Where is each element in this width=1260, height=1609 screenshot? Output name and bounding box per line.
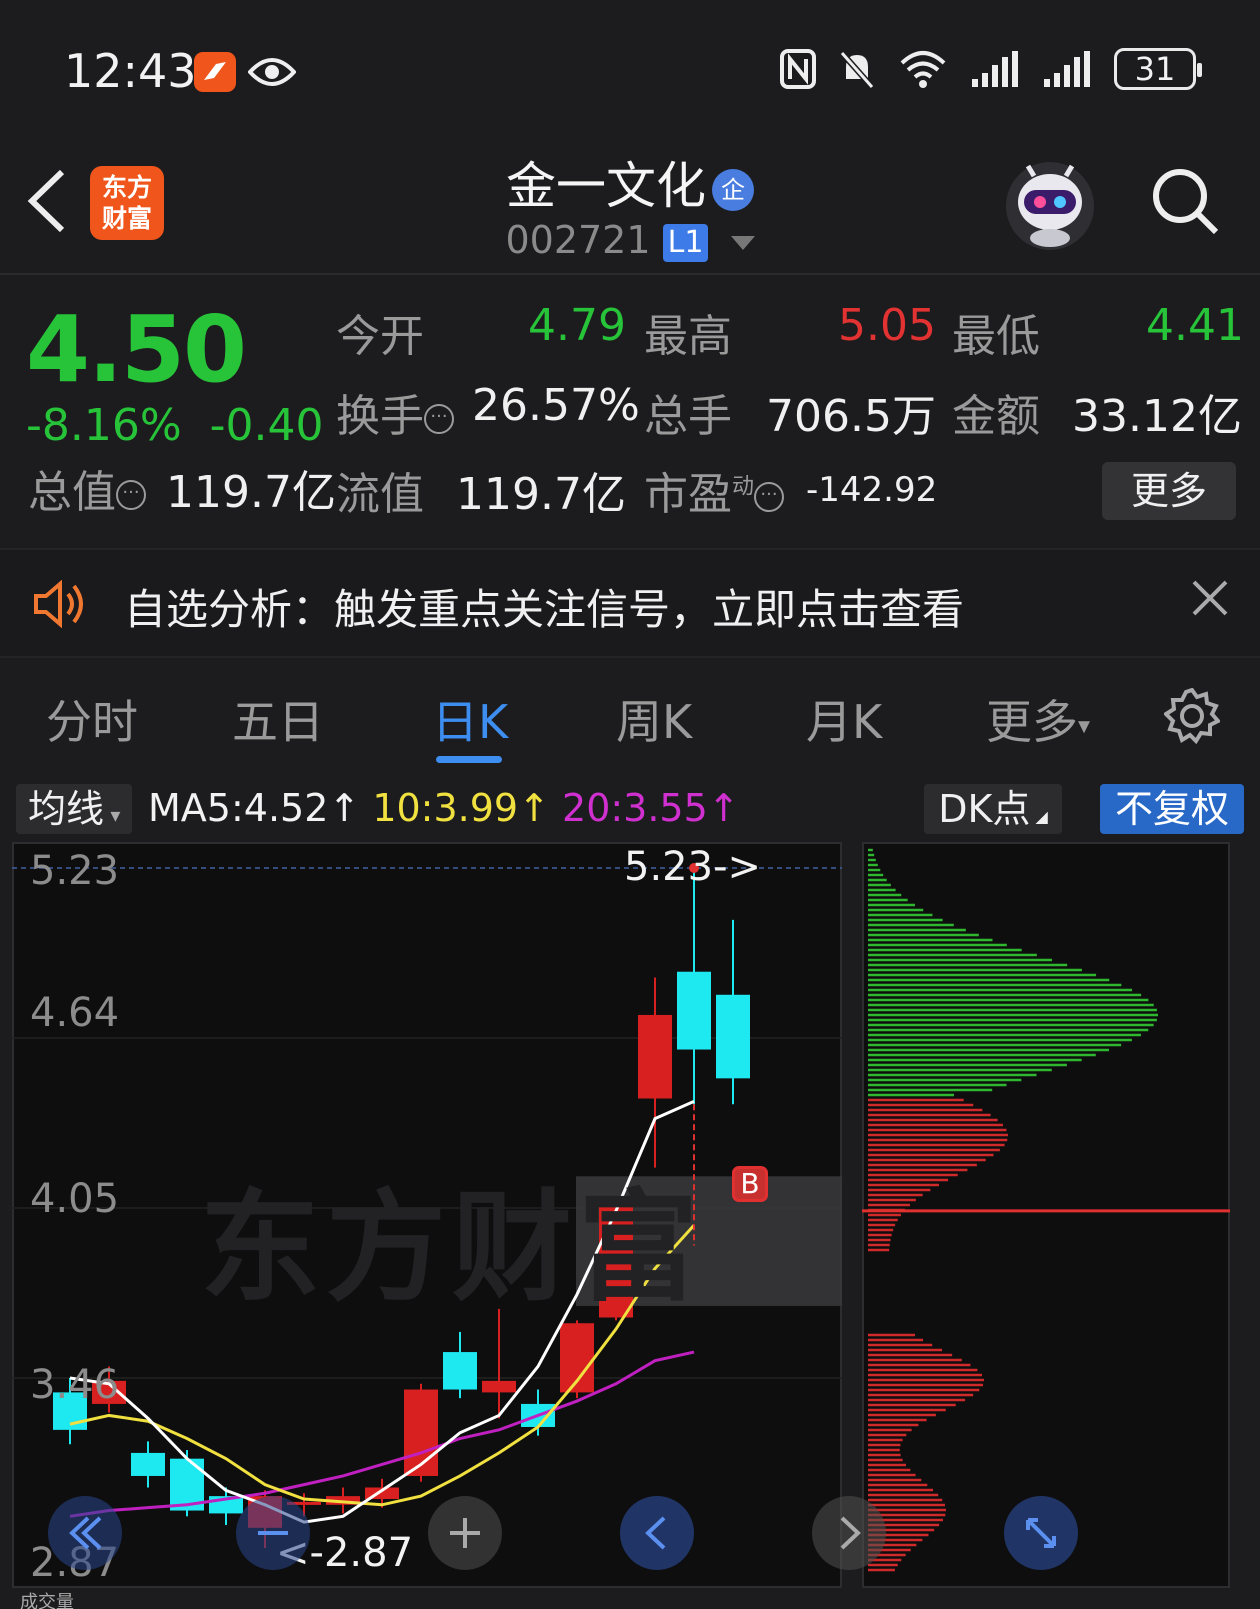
- app-notification-icon: [194, 52, 236, 92]
- low-value: 4.41: [1146, 300, 1244, 351]
- float-label: 流值: [336, 469, 424, 520]
- stock-code: 002721: [505, 218, 651, 262]
- level-badge: L1: [662, 223, 709, 262]
- status-time: 12:43: [64, 44, 197, 98]
- assistant-robot-icon[interactable]: [1006, 162, 1094, 250]
- candle-body: [638, 1014, 672, 1099]
- amount-value: 33.12亿: [1072, 391, 1242, 442]
- active-tab-indicator: [436, 756, 502, 763]
- high-label: 最高: [644, 311, 732, 362]
- zoom-out-button[interactable]: [236, 1496, 310, 1570]
- current-price: 4.50: [26, 296, 247, 403]
- volume-label: 总手: [644, 391, 732, 442]
- turnover-label: 换手 ···: [336, 380, 454, 444]
- status-bar: 12:43 31: [0, 0, 1260, 130]
- gear-icon[interactable]: [1162, 687, 1222, 748]
- change-percent: -8.16%: [26, 400, 182, 451]
- scroll-left-fast-button[interactable]: [48, 1496, 122, 1570]
- price-change: -8.16% -0.40: [26, 400, 324, 451]
- candle-body: [482, 1380, 516, 1393]
- candle-body: [716, 994, 750, 1079]
- open-label: 今开: [336, 311, 424, 362]
- float-value: 119.7亿: [456, 469, 626, 520]
- ma5-value: MA5:4.52↑: [148, 786, 361, 830]
- chip-svg: [862, 848, 1230, 1572]
- ma-legend: MA5:4.52↑ 10:3.99↑ 20:3.55↑: [148, 786, 740, 830]
- stock-name: 金一文化: [506, 157, 706, 215]
- tab-daily-k[interactable]: 日K: [432, 686, 508, 752]
- y-tick: 5.23: [30, 848, 120, 894]
- tab-more[interactable]: 更多▾: [986, 686, 1090, 752]
- chip-distribution-chart[interactable]: [862, 842, 1230, 1588]
- mktcap-value: 119.7亿: [166, 467, 336, 518]
- signal-icon: [1044, 51, 1090, 87]
- tab-intraday[interactable]: 分时: [46, 686, 138, 752]
- enterprise-badge: 企: [712, 168, 754, 211]
- volume-strip: 成交量: [0, 1588, 1260, 1609]
- notice-text[interactable]: 自选分析：触发重点关注信号，立即点击查看: [124, 576, 964, 637]
- y-tick: 4.05: [30, 1176, 120, 1222]
- scroll-left-button[interactable]: [620, 1496, 694, 1570]
- y-tick: 3.46: [30, 1362, 120, 1408]
- fullscreen-button[interactable]: [1004, 1496, 1078, 1570]
- turnover-value: 26.57%: [472, 380, 640, 431]
- ma-selector-button[interactable]: 均线 ▾: [16, 784, 132, 834]
- period-tabs: 分时 五日 日K 周K 月K 更多▾: [0, 672, 1260, 772]
- zoom-in-button[interactable]: [428, 1496, 502, 1570]
- search-icon[interactable]: [1150, 166, 1220, 240]
- nfc-icon: [780, 49, 816, 89]
- eye-icon: [247, 54, 297, 94]
- chevron-down-icon[interactable]: [730, 235, 755, 250]
- volume-label: 成交量: [20, 1592, 74, 1609]
- watermark-text: 东方财富: [200, 1179, 704, 1318]
- info-dots-icon[interactable]: ···: [116, 480, 146, 510]
- pe-value: -142.92: [806, 470, 938, 510]
- more-quote-button[interactable]: 更多: [1102, 462, 1236, 520]
- volume-value: 706.5万: [766, 391, 936, 442]
- buy-marker[interactable]: B: [732, 1166, 768, 1202]
- ma10-value: 10:3.99↑: [372, 786, 550, 830]
- tab-five-day[interactable]: 五日: [232, 686, 324, 752]
- info-dots-icon[interactable]: ···: [754, 482, 785, 512]
- battery-indicator: 31: [1114, 48, 1202, 90]
- signal-icon: [972, 51, 1018, 87]
- open-value: 4.79: [528, 300, 626, 351]
- info-dots-icon[interactable]: ···: [424, 404, 454, 434]
- high-marker-label: 5.23->: [624, 844, 762, 890]
- candle-body: [677, 971, 711, 1050]
- mktcap-label: 总值 ···: [28, 456, 146, 520]
- status-icons: 31: [780, 48, 1202, 90]
- low-label: 最低: [952, 311, 1040, 362]
- change-amount: -0.40: [209, 400, 324, 451]
- divider: [0, 273, 1260, 275]
- tab-monthly-k[interactable]: 月K: [806, 686, 882, 752]
- tab-weekly-k[interactable]: 周K: [616, 686, 692, 752]
- close-icon[interactable]: [1190, 578, 1230, 622]
- candle-body: [443, 1352, 477, 1390]
- amount-label: 金额: [952, 391, 1040, 442]
- wifi-icon: [900, 51, 946, 88]
- dk-point-button[interactable]: DK点 ◢: [924, 784, 1062, 834]
- candle-body: [131, 1452, 165, 1476]
- mute-icon: [839, 51, 875, 89]
- high-value: 5.05: [838, 300, 936, 351]
- y-tick: 4.64: [30, 990, 120, 1036]
- adjust-button[interactable]: 不复权: [1100, 784, 1244, 834]
- ma20-value: 20:3.55↑: [562, 786, 740, 830]
- speaker-icon: [32, 579, 88, 632]
- scroll-right-button[interactable]: [812, 1496, 886, 1570]
- pe-label: 市盈动 ···: [644, 458, 785, 522]
